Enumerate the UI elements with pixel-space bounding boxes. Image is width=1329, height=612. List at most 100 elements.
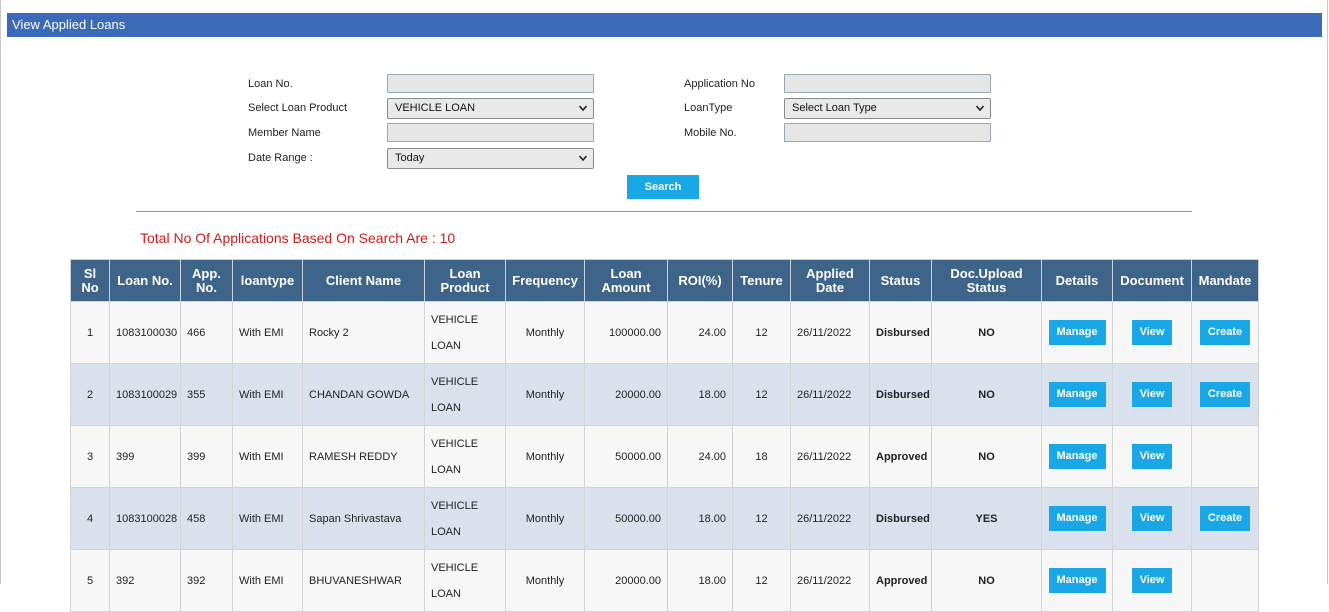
cell-loantype: With EMI — [232, 487, 303, 550]
cell-loantype: With EMI — [232, 549, 303, 612]
cell-document: View — [1112, 301, 1192, 364]
col-header-text: Status — [966, 279, 1007, 295]
col-header-details: Details — [1041, 259, 1113, 302]
col-header-doc-upload-status: Doc.Upload Status — [931, 259, 1042, 302]
product-line: VEHICLE — [431, 375, 479, 388]
col-header-sl-no: Sl No — [70, 259, 110, 302]
window-border-left — [0, 0, 1, 584]
product-line: LOAN — [431, 525, 461, 538]
create-button[interactable]: Create — [1200, 320, 1250, 345]
cell-client-name: RAMESH REDDY — [302, 425, 425, 488]
cell-mandate: Create — [1191, 363, 1259, 426]
cell-loan-no: 1083100028 — [109, 487, 181, 550]
cell-details: Manage — [1041, 301, 1113, 364]
table-header-row: Sl No Loan No. App. No. loantype Client Na… — [70, 259, 1259, 302]
cell-app-no: 399 — [180, 425, 233, 488]
cell-document: View — [1112, 549, 1192, 612]
page-title: View Applied Loans — [12, 17, 126, 32]
mobile-no-label: Mobile No. — [684, 127, 737, 139]
product-line: VEHICLE — [431, 437, 479, 450]
col-header-tenure: Tenure — [732, 259, 791, 302]
cell-details: Manage — [1041, 363, 1113, 426]
product-line: VEHICLE — [431, 561, 479, 574]
member-name-input[interactable] — [387, 123, 594, 142]
manage-button[interactable]: Manage — [1048, 382, 1106, 407]
cell-loan-amount: 20000.00 — [584, 363, 668, 426]
member-name-label: Member Name — [248, 127, 321, 139]
application-no-input[interactable] — [784, 74, 991, 93]
cell-doc-upload-status: NO — [931, 425, 1042, 488]
table-row: 4 1083100028 458 With EMI Sapan Shrivast… — [70, 487, 1259, 550]
col-header-frequency: Frequency — [505, 259, 585, 302]
view-button[interactable]: View — [1132, 320, 1172, 345]
cell-client-name: BHUVANESHWAR — [302, 549, 425, 612]
cell-loan-no: 392 — [109, 549, 181, 612]
col-header-client-name: Client Name — [302, 259, 425, 302]
cell-app-no: 392 — [180, 549, 233, 612]
cell-tenure: 12 — [732, 301, 791, 364]
manage-button[interactable]: Manage — [1048, 506, 1106, 531]
col-header-loan-no: Loan No. — [109, 259, 181, 302]
table-row: 2 1083100029 355 With EMI CHANDAN GOWDA … — [70, 363, 1259, 426]
col-header-text: Loan — [610, 265, 642, 281]
loan-product-selected: VEHICLE LOAN — [395, 102, 476, 114]
cell-status: Disbursed — [869, 487, 932, 550]
cell-loan-amount: 50000.00 — [584, 487, 668, 550]
cell-roi: 18.00 — [667, 549, 733, 612]
cell-applied-date: 26/11/2022 — [790, 301, 870, 364]
cell-client-name: Rocky 2 — [302, 301, 425, 364]
cell-document: View — [1112, 425, 1192, 488]
product-line: LOAN — [431, 339, 461, 352]
create-button[interactable]: Create — [1200, 506, 1250, 531]
view-button[interactable]: View — [1132, 444, 1172, 469]
cell-loantype: With EMI — [232, 425, 303, 488]
col-header-text: Applied — [806, 265, 854, 281]
col-header-loantype: loantype — [232, 259, 303, 302]
date-range-label: Date Range : — [248, 152, 313, 164]
total-applications-text: Total No Of Applications Based On Search… — [140, 230, 456, 246]
cell-loan-amount: 50000.00 — [584, 425, 668, 488]
cell-loan-product: VEHICLE LOAN — [424, 301, 506, 364]
col-header-applied-date: Applied Date — [790, 259, 870, 302]
cell-sl-no: 2 — [70, 363, 110, 426]
cell-tenure: 12 — [732, 549, 791, 612]
date-range-select[interactable]: Today — [387, 148, 594, 169]
manage-button[interactable]: Manage — [1048, 444, 1106, 469]
search-button[interactable]: Search — [627, 175, 699, 199]
application-no-label: Application No — [684, 78, 755, 90]
view-button[interactable]: View — [1132, 506, 1172, 531]
date-range-selected: Today — [395, 152, 425, 164]
mobile-no-input[interactable] — [784, 123, 991, 142]
view-button[interactable]: View — [1132, 382, 1172, 407]
col-header-text: No. — [196, 279, 217, 295]
product-line: LOAN — [431, 587, 461, 600]
cell-document: View — [1112, 487, 1192, 550]
col-header-mandate: Mandate — [1191, 259, 1259, 302]
loan-product-select[interactable]: VEHICLE LOAN — [387, 98, 594, 119]
cell-loan-amount: 20000.00 — [584, 549, 668, 612]
col-header-status: Status — [869, 259, 932, 302]
col-header-text: Amount — [601, 279, 651, 295]
col-header-text: Product — [440, 279, 490, 295]
page-title-bar: View Applied Loans — [7, 13, 1322, 37]
chevron-down-icon — [579, 105, 587, 112]
product-line: VEHICLE — [431, 313, 479, 326]
cell-applied-date: 26/11/2022 — [790, 425, 870, 488]
loantype-select[interactable]: Select Loan Type — [784, 98, 991, 119]
cell-app-no: 458 — [180, 487, 233, 550]
loan-no-input[interactable] — [387, 74, 594, 93]
cell-client-name: Sapan Shrivastava — [302, 487, 425, 550]
cell-tenure: 12 — [732, 487, 791, 550]
loantype-selected: Select Loan Type — [792, 102, 877, 114]
cell-details: Manage — [1041, 549, 1113, 612]
cell-tenure: 18 — [732, 425, 791, 488]
cell-loan-product: VEHICLE LOAN — [424, 363, 506, 426]
cell-frequency: Monthly — [505, 549, 585, 612]
manage-button[interactable]: Manage — [1048, 568, 1106, 593]
cell-status: Disbursed — [869, 301, 932, 364]
create-button[interactable]: Create — [1200, 382, 1250, 407]
cell-loantype: With EMI — [232, 301, 303, 364]
manage-button[interactable]: Manage — [1048, 320, 1106, 345]
view-button[interactable]: View — [1132, 568, 1172, 593]
col-header-text: App. — [192, 265, 221, 281]
